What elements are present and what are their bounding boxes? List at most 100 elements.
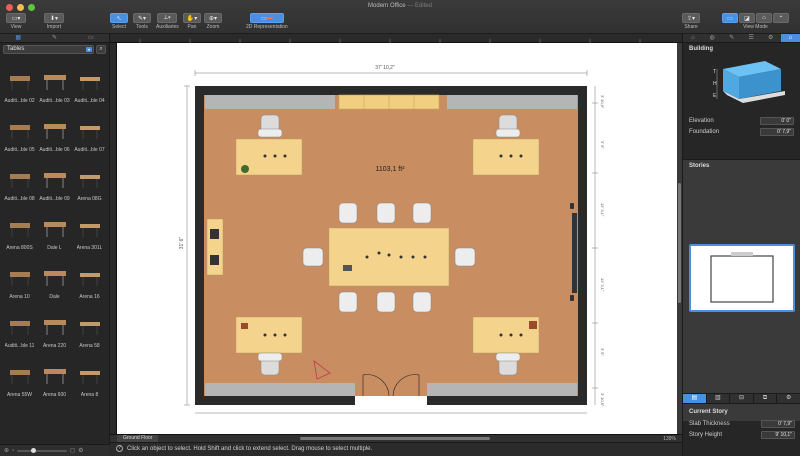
- view-3d-icon[interactable]: ⌂: [756, 13, 772, 23]
- view-2d-icon[interactable]: ▭: [722, 13, 738, 23]
- chevron-down-icon: ▾: [86, 47, 92, 52]
- title-toolbar: Modern Office — Edited ▭▾ View ⬇▾ Import…: [0, 0, 800, 34]
- share-button[interactable]: ⇪▾ Share: [682, 13, 700, 30]
- conference-table[interactable]: [328, 227, 450, 287]
- settings-gear-icon[interactable]: ⚙: [78, 447, 83, 454]
- inspector-tab-object[interactable]: ⌂: [683, 34, 703, 42]
- view-button[interactable]: ▭▾ View: [6, 13, 26, 30]
- import-button[interactable]: ⬇▾ Import: [44, 13, 64, 30]
- dimension-right-4: 12' 3,1": [600, 278, 605, 292]
- library-tab-plan[interactable]: ▭: [73, 34, 109, 42]
- desk-top-right[interactable]: [472, 138, 540, 176]
- table-thumbnail-icon: [79, 126, 100, 139]
- library-item[interactable]: Arena 600: [38, 352, 71, 401]
- library-item[interactable]: Arena 800S: [3, 205, 36, 254]
- slab-thickness-field[interactable]: 0' 7,9": [761, 419, 795, 428]
- dimension-right-1: 3' 10,9": [600, 95, 605, 109]
- representation-button[interactable]: ▭ ▬ 2D Representation: [246, 13, 288, 30]
- view-roof-icon[interactable]: ⌃: [773, 13, 789, 23]
- library-item-label: Auditi...ble 08: [4, 196, 35, 202]
- auxiliaries-button[interactable]: ⟂▾ Auxiliaries: [156, 13, 179, 30]
- duplicate-story-icon[interactable]: ⧉: [754, 394, 778, 403]
- library-item[interactable]: Auditi...ble 11: [3, 303, 36, 352]
- add-story-icon[interactable]: ▤: [683, 394, 707, 403]
- table-thumbnail-icon: [43, 222, 66, 237]
- foundation-field[interactable]: 0' 7,9": [760, 127, 794, 136]
- story-thumbnail[interactable]: [689, 244, 795, 312]
- library-item[interactable]: Arena 16: [73, 254, 106, 303]
- library-item-label: Auditi...ble 02: [4, 98, 35, 104]
- stories-title: Stories: [689, 163, 710, 169]
- select-tool-button[interactable]: ↖ Select: [110, 13, 128, 30]
- dimension-right-2: 3' 5": [600, 141, 605, 149]
- library-item[interactable]: Auditi...ble 02: [3, 58, 36, 107]
- elevation-field[interactable]: 0' 0": [760, 116, 794, 125]
- table-thumbnail-icon: [9, 125, 30, 139]
- library-item[interactable]: Arena 10: [3, 254, 36, 303]
- library-item[interactable]: Dale L: [38, 205, 71, 254]
- library-item[interactable]: Auditi...ble 04: [73, 58, 106, 107]
- inspector-tab-settings[interactable]: ⚙: [761, 34, 781, 42]
- library-item-label: Auditi...ble 04: [74, 98, 105, 104]
- story-tab-ground-floor[interactable]: Ground Floor: [117, 435, 159, 442]
- library-item[interactable]: Arena 220: [38, 303, 71, 352]
- table-thumbnail-icon: [9, 174, 30, 188]
- story-settings-icon[interactable]: ⚙: [777, 394, 800, 403]
- library-item[interactable]: Auditi...ble 05: [3, 107, 36, 156]
- vertical-ruler: [110, 43, 117, 442]
- library-item[interactable]: Auditi...ble 06: [38, 107, 71, 156]
- table-thumbnail-icon: [79, 175, 100, 188]
- pan-button[interactable]: ✋▾ Pan: [183, 13, 201, 30]
- inspector-tab-tools[interactable]: ✎: [722, 34, 742, 42]
- add-icon[interactable]: ⊕: [4, 447, 9, 454]
- library-item[interactable]: Arena 8: [73, 352, 106, 401]
- dimension-left: 31' 6": [179, 237, 185, 250]
- current-story-title: Current Story: [689, 409, 728, 415]
- document-status: — Edited: [407, 3, 432, 9]
- library-item[interactable]: Auditi...ble 09: [38, 156, 71, 205]
- side-cabinet[interactable]: [206, 218, 224, 276]
- story-above-icon[interactable]: ▥: [707, 394, 731, 403]
- search-icon: ⌕: [99, 46, 103, 52]
- library-item-label: Arena 800S: [6, 245, 33, 251]
- inspector-tab-building[interactable]: ⌂: [780, 34, 800, 42]
- library-tab-materials[interactable]: ✎: [36, 34, 72, 42]
- small-thumb-icon: ▫: [12, 447, 15, 454]
- library-item[interactable]: Arena 58: [73, 303, 106, 352]
- inspector-tab-materials[interactable]: ◍: [703, 34, 723, 42]
- library-item-label: Auditi...ble 11: [4, 343, 35, 349]
- library-item-label: Arena 10: [9, 294, 30, 300]
- inspector-tab-layers[interactable]: ☰: [742, 34, 762, 42]
- floor-plan-canvas[interactable]: 37' 10,2" 31' 6" 3' 10,9" 3' 5" 12' 3,1"…: [117, 43, 677, 434]
- view-split-icon[interactable]: ◪: [739, 13, 755, 23]
- library-item-label: Auditi...ble 03: [39, 98, 70, 104]
- table-thumbnail-icon: [43, 369, 66, 384]
- slab-thickness-row: Slab Thickness 0' 7,9": [683, 418, 800, 429]
- desk-bottom-left[interactable]: [235, 316, 303, 354]
- svg-text:E: E: [713, 93, 717, 99]
- library-item[interactable]: Arena 55W: [3, 352, 36, 401]
- document-name: Modern Office: [368, 3, 406, 9]
- horizontal-scrollbar[interactable]: [300, 437, 490, 440]
- table-thumbnail-icon: [79, 224, 100, 237]
- import-icon: ⬇▾: [44, 13, 64, 23]
- library-tab-objects[interactable]: ▦: [0, 34, 36, 42]
- library-item[interactable]: Auditi...ble 07: [73, 107, 106, 156]
- story-below-icon[interactable]: ⊟: [730, 394, 754, 403]
- search-button[interactable]: ⌕: [96, 45, 106, 54]
- category-select[interactable]: Tables ▾: [3, 45, 94, 54]
- svg-text:T: T: [713, 69, 716, 75]
- view-mode-group[interactable]: ▭ ◪ ⌂ ⌃ View Mode: [722, 13, 789, 30]
- library-item[interactable]: Arena 301L: [73, 205, 106, 254]
- library-item-label: Arena 220: [42, 343, 67, 349]
- library-item[interactable]: Dale: [38, 254, 71, 303]
- story-height-field[interactable]: 9' 10,1": [761, 430, 795, 439]
- help-icon[interactable]: ?: [116, 444, 123, 452]
- library-item[interactable]: Arena 08G: [73, 156, 106, 205]
- thumbnail-size-slider[interactable]: [17, 447, 68, 453]
- library-item[interactable]: Auditi...ble 03: [38, 58, 71, 107]
- tools-button[interactable]: ✎▾ Tools: [133, 13, 151, 30]
- room-area-label: 1103,1 ft²: [375, 166, 405, 173]
- zoom-button[interactable]: ⊕▾ Zoom: [204, 13, 222, 30]
- library-item[interactable]: Auditi...ble 08: [3, 156, 36, 205]
